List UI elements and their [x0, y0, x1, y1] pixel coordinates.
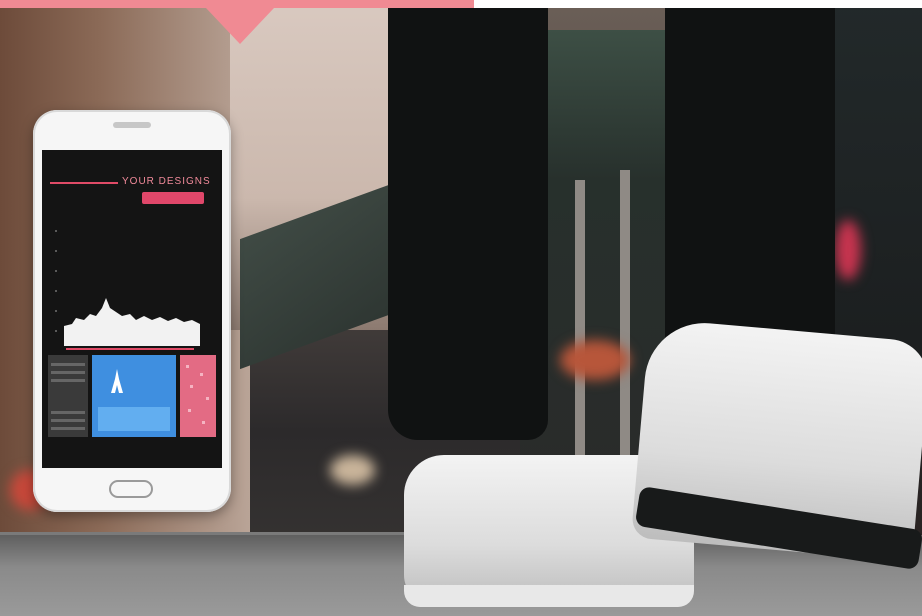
tile-line	[51, 363, 85, 366]
speaker-grille	[113, 122, 151, 128]
tile-line	[51, 427, 85, 430]
axis-dot	[55, 270, 57, 272]
axis-dot	[55, 330, 57, 332]
street-light	[560, 340, 630, 380]
tile-line	[51, 379, 85, 382]
left-leg	[388, 0, 548, 440]
pattern-dot	[202, 421, 205, 424]
pink-banner	[0, 0, 474, 8]
axis-dot	[55, 230, 57, 232]
tile-line	[51, 411, 85, 414]
pattern-dot	[186, 365, 189, 368]
smartphone: YOUR DESIGNS	[33, 110, 231, 512]
pattern-dot	[200, 373, 203, 376]
axis-dot	[55, 290, 57, 292]
home-button[interactable]	[109, 480, 153, 498]
tile-sky	[98, 407, 170, 431]
pattern-dot	[190, 385, 193, 388]
header-accent-line	[50, 182, 118, 184]
phone-screen: YOUR DESIGNS	[42, 150, 222, 468]
eiffel-tower-icon	[111, 369, 123, 393]
pattern-dot	[188, 409, 191, 412]
design-tile-gray[interactable]	[48, 355, 88, 437]
top-border	[474, 0, 922, 8]
pattern-dot	[206, 397, 209, 400]
screen-title: YOUR DESIGNS	[122, 176, 211, 187]
graphic-underline	[66, 348, 194, 350]
right-leg	[665, 0, 835, 360]
tile-line	[51, 371, 85, 374]
tile-line	[51, 419, 85, 422]
design-tile-blue[interactable]	[92, 355, 176, 437]
axis-dot	[55, 310, 57, 312]
skyline-graphic	[64, 298, 200, 346]
designs-pill[interactable]	[142, 192, 204, 204]
bokeh-light	[330, 455, 375, 485]
left-sneaker-sole	[404, 585, 694, 607]
street-photo: YOUR DESIGNS	[0, 0, 922, 616]
axis-dot	[55, 250, 57, 252]
design-tile-pink[interactable]	[180, 355, 216, 437]
neon-light	[835, 220, 861, 280]
banner-pointer	[206, 8, 274, 44]
